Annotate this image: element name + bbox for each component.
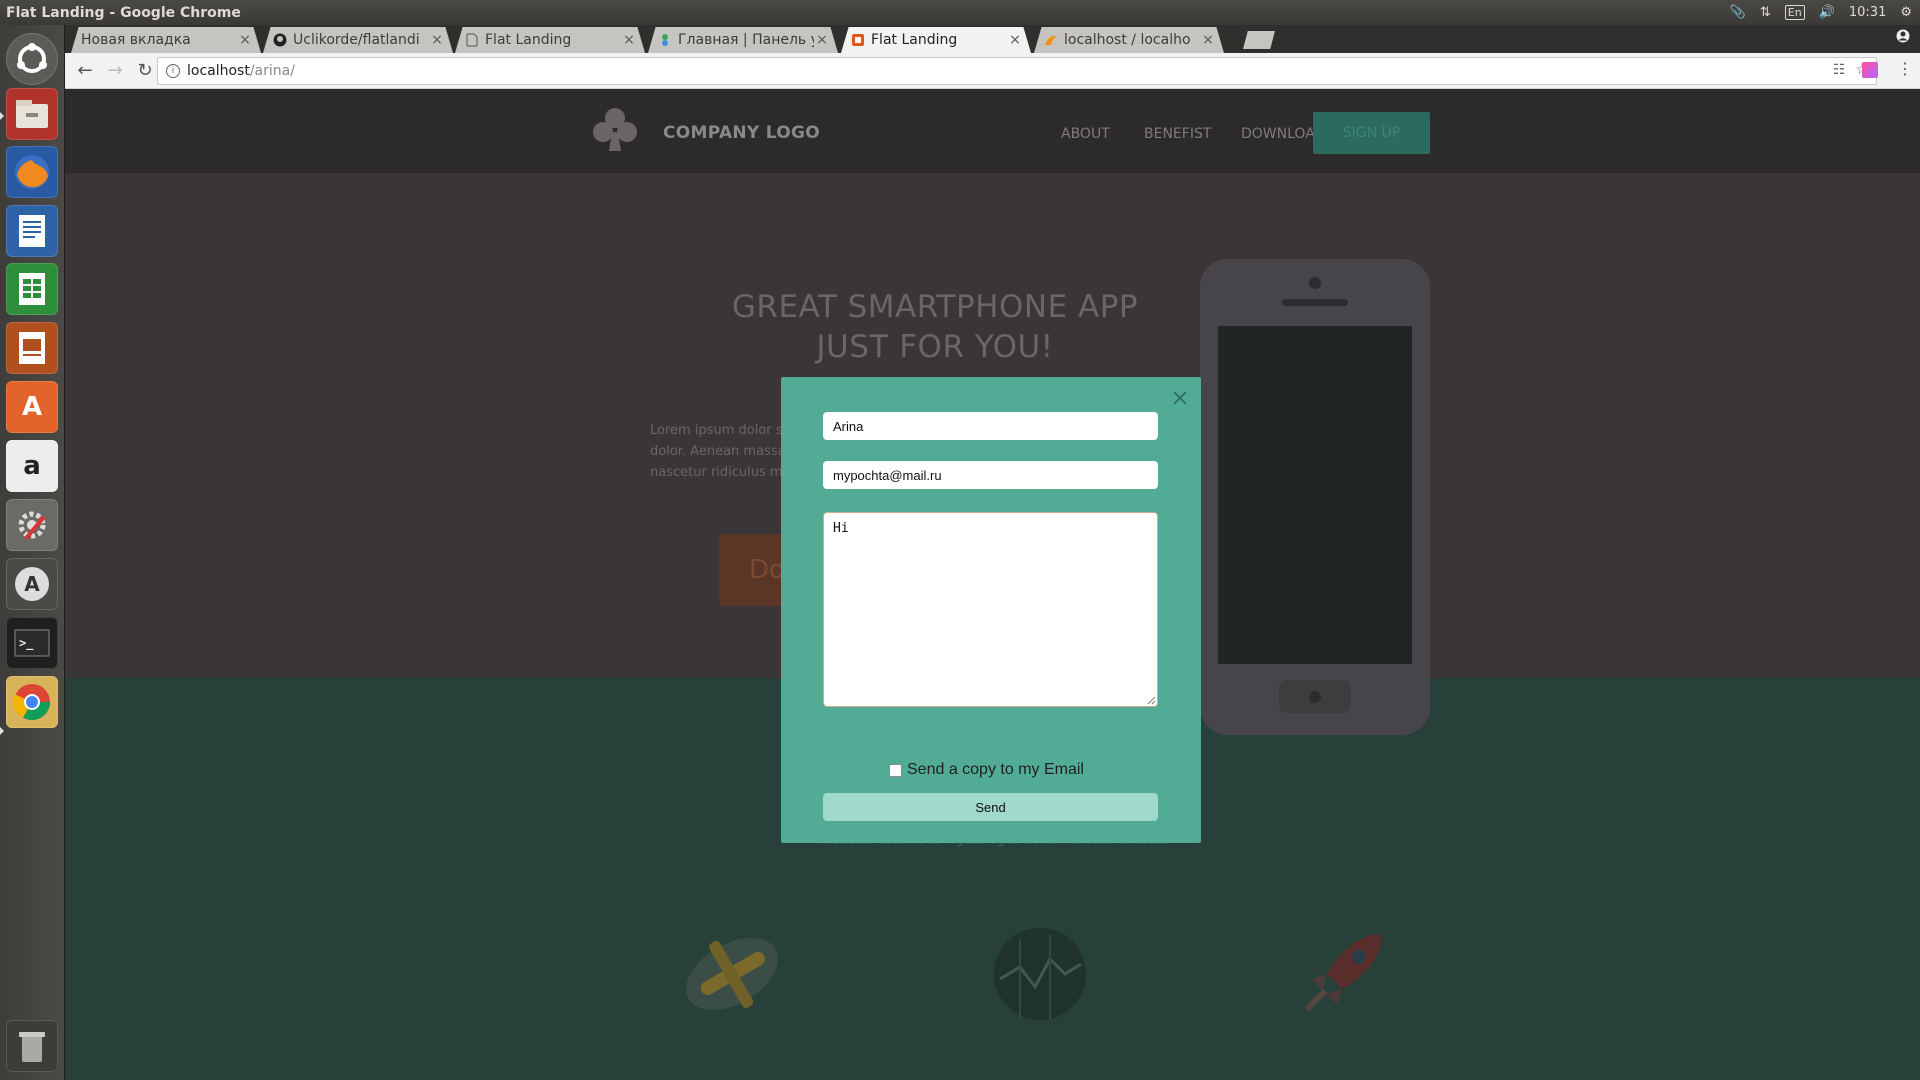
tab-label: localhost / localho: [1064, 32, 1191, 48]
phone-mockup: [1200, 259, 1430, 735]
chrome-icon[interactable]: [6, 676, 58, 728]
address-bar[interactable]: i localhost/arina/ ☷ ☆: [157, 57, 1877, 85]
close-icon[interactable]: [1171, 389, 1189, 407]
menu-icon[interactable]: ⋮: [1896, 59, 1914, 83]
signup-button[interactable]: SIGN UP: [1313, 112, 1430, 154]
extension-icon[interactable]: [1862, 62, 1878, 78]
svg-text:>_: >_: [19, 636, 34, 651]
tab-github[interactable]: Uclikorde/flatlandi ×: [263, 27, 453, 53]
translate-icon[interactable]: ☷: [1833, 62, 1846, 78]
close-icon[interactable]: ×: [814, 32, 830, 48]
svg-text:A: A: [24, 572, 40, 596]
keyboard-layout-indicator[interactable]: En: [1784, 5, 1805, 20]
chart-icon: [994, 928, 1086, 1020]
clock[interactable]: 10:31: [1849, 5, 1886, 20]
club-logo-icon: [593, 108, 637, 151]
contact-modal: Hi Send a copy to my Email Send: [781, 377, 1201, 843]
message-textarea[interactable]: Hi: [823, 512, 1158, 707]
url-path: /arina/: [249, 63, 295, 79]
tab-strip: Новая вкладка × Uclikorde/flatlandi × Fl…: [65, 25, 1920, 53]
indicator-area: 📎 ⇅ En 🔊 10:31 ⚙: [1730, 5, 1920, 20]
system-settings-icon[interactable]: [6, 499, 58, 551]
info-icon[interactable]: i: [166, 64, 180, 78]
url-host: localhost: [187, 63, 250, 79]
calc-icon[interactable]: [6, 263, 58, 315]
phpmyadmin-icon: [1044, 33, 1058, 47]
trash-icon[interactable]: [6, 1020, 58, 1072]
close-icon[interactable]: ×: [1007, 32, 1023, 48]
email-input[interactable]: [823, 461, 1158, 489]
page-icon: [465, 33, 479, 47]
new-tab-button[interactable]: [1243, 31, 1275, 49]
gear-icon[interactable]: ⚙: [1900, 5, 1912, 20]
site-header: COMPANY LOGO ABOUT BENEFIST DOWNLOAD SIG…: [65, 89, 1920, 173]
send-copy-label[interactable]: Send a copy to my Email: [907, 761, 1084, 779]
close-icon[interactable]: ×: [621, 32, 637, 48]
profile-icon[interactable]: [1894, 29, 1912, 47]
send-copy-row: Send a copy to my Email: [889, 761, 1084, 779]
software-updater-icon[interactable]: A: [6, 558, 58, 610]
tab-label: Новая вкладка: [81, 32, 191, 48]
tab-label: Главная | Панель у: [678, 32, 814, 48]
send-button[interactable]: Send: [823, 793, 1158, 821]
send-copy-checkbox[interactable]: [889, 763, 902, 777]
tab-new-tab[interactable]: Новая вкладка ×: [71, 27, 261, 53]
impress-icon[interactable]: [6, 322, 58, 374]
name-input[interactable]: [823, 412, 1158, 440]
unity-launcher: A a A >_: [0, 25, 65, 1080]
hero-title-line-2: JUST FOR YOU!: [816, 329, 1054, 365]
volume-icon[interactable]: 🔊: [1819, 5, 1835, 20]
admin-panel-icon: [658, 33, 672, 47]
nav-benefist[interactable]: BENEFIST: [1144, 126, 1211, 142]
tab-flat-landing-active[interactable]: Flat Landing ×: [841, 27, 1031, 53]
chrome-window: Новая вкладка × Uclikorde/flatlandi × Fl…: [65, 25, 1920, 1080]
tab-label: Flat Landing: [871, 32, 958, 48]
writer-icon[interactable]: [6, 205, 58, 257]
software-center-icon[interactable]: A: [6, 381, 58, 433]
tab-label: Flat Landing: [485, 32, 572, 48]
close-icon[interactable]: ×: [1200, 32, 1216, 48]
resize-handle-icon[interactable]: [1147, 696, 1156, 705]
close-icon[interactable]: ×: [429, 32, 445, 48]
company-logo-text: COMPANY LOGO: [663, 123, 821, 143]
tab-admin-panel[interactable]: Главная | Панель у ×: [648, 27, 838, 53]
html-icon: [851, 33, 865, 47]
reload-icon[interactable]: ↻: [131, 57, 159, 85]
browser-toolbar: ← → ↻ i localhost/arina/ ☷ ☆ ⋮: [65, 53, 1920, 89]
rocket-icon: [1304, 934, 1382, 1012]
paperclip-icon[interactable]: 📎: [1730, 5, 1746, 20]
firefox-icon[interactable]: [6, 146, 58, 198]
window-title: Flat Landing - Google Chrome: [6, 4, 241, 21]
hero-title: GREAT SMARTPHONE APP JUST FOR YOU!: [605, 287, 1265, 367]
tab-phpmyadmin[interactable]: localhost / localho ×: [1034, 27, 1224, 53]
airplane-icon: [686, 937, 778, 1011]
terminal-icon[interactable]: >_: [6, 617, 58, 669]
phone-camera: [1309, 277, 1321, 289]
close-icon[interactable]: ×: [237, 32, 253, 48]
phone-home-button: [1279, 680, 1351, 713]
forward-icon[interactable]: →: [101, 57, 129, 85]
tab-label: Uclikorde/flatlandi: [293, 32, 420, 48]
network-icon[interactable]: ⇅: [1760, 5, 1771, 20]
amazon-icon[interactable]: a: [6, 440, 58, 492]
page-viewport: COMPANY LOGO ABOUT BENEFIST DOWNLOAD SIG…: [65, 89, 1920, 1080]
ubuntu-dash-icon[interactable]: [6, 33, 58, 85]
back-icon[interactable]: ←: [71, 57, 99, 85]
github-icon: [273, 33, 287, 47]
files-icon[interactable]: [6, 88, 58, 140]
hero-title-line-1: GREAT SMARTPHONE APP: [731, 289, 1139, 325]
tab-flat-landing-1[interactable]: Flat Landing ×: [455, 27, 645, 53]
nav-about[interactable]: ABOUT: [1061, 126, 1110, 142]
system-top-panel: Flat Landing - Google Chrome 📎 ⇅ En 🔊 10…: [0, 0, 1920, 25]
phone-screen: [1218, 326, 1412, 664]
phone-speaker: [1282, 299, 1348, 306]
